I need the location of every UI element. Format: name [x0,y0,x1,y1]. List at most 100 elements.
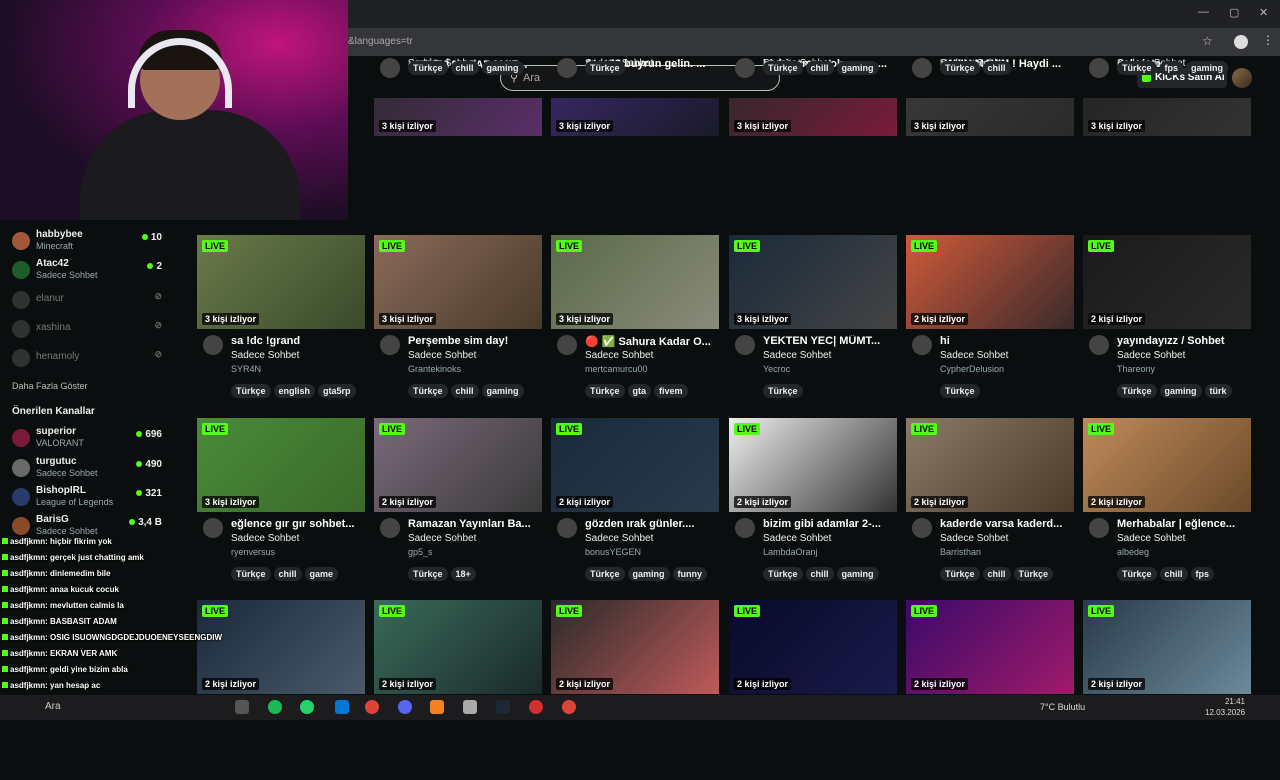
stream-thumbnail[interactable]: LIVE 3 kişi izliyor [551,235,719,329]
tag[interactable]: chill [1159,567,1188,581]
task-view-icon[interactable] [235,700,249,714]
stream-title[interactable]: Merhabalar | eğlence... [1117,518,1251,530]
channel-avatar[interactable] [1089,335,1109,355]
stream-card[interactable]: 3 kişi izliyorYAYIN MAYIN ! Haydi ...Sad… [906,58,1074,238]
stream-thumbnail[interactable]: LIVE 2 kişi izliyor [1083,600,1251,694]
sidebar-item-xashina[interactable]: xashina ⊘ [12,317,162,345]
stream-title[interactable]: bizim gibi adamlar 2-... [763,518,897,530]
channel-avatar[interactable] [912,335,932,355]
tag[interactable]: chill [273,567,302,581]
stream-category[interactable]: Sadece Sohbet [763,533,831,544]
streamer-name[interactable]: Thareony [1117,364,1155,374]
stream-title[interactable]: kaderde varsa kaderd... [940,518,1074,530]
sidebar-item-habbybee[interactable]: habbybee Minecraft 10 [12,229,162,257]
stream-thumbnail[interactable]: LIVE 3 kişi izliyor [197,235,365,329]
channel-avatar[interactable] [557,518,577,538]
tag[interactable]: gaming [481,384,524,398]
sidebar-item-atac42[interactable]: Atac42 Sadece Sohbet 2 [12,258,162,286]
show-more-button[interactable]: Daha Fazla Göster [12,381,88,391]
stream-thumbnail[interactable]: LIVE 2 kişi izliyor [729,600,897,694]
channel-avatar[interactable] [203,335,223,355]
streamer-name[interactable]: SYR4N [231,364,261,374]
stream-card[interactable]: LIVE 3 kişi izliyor sa !dc !grand Sadece So… [197,235,365,415]
channel-avatar[interactable] [557,58,577,78]
steam-icon[interactable] [496,700,510,714]
stream-category[interactable]: Sadece Sohbet [585,533,653,544]
streamer-name[interactable]: Grantekinoks [408,364,461,374]
sidebar-item-bishopirl[interactable]: BishopIRL League of Legends 321 [12,485,162,513]
tag[interactable]: Türkçe [1117,61,1157,75]
clock[interactable]: 21:41 12.03.2026 [1205,696,1245,718]
stream-category[interactable]: Sadece Sohbet [408,533,476,544]
stream-card[interactable]: LIVE 2 kişi izliyor bizim gibi adamlar 2-.… [729,418,897,598]
stream-category[interactable]: Sadece Sohbet [763,350,831,361]
channel-avatar[interactable] [557,335,577,355]
tag[interactable]: funny [672,567,708,581]
tag[interactable]: gaming [1159,384,1202,398]
tag[interactable]: fps [1159,61,1184,75]
stream-category[interactable]: Sadece Sohbet [940,533,1008,544]
stream-card[interactable]: LIVE 3 kişi izliyor Perşembe sim day! Sadec… [374,235,542,415]
stream-thumbnail[interactable]: LIVE 2 kişi izliyor [1083,235,1251,329]
channel-avatar[interactable] [1089,58,1109,78]
stream-card[interactable]: LIVE 2 kişi izliyor [551,600,719,780]
channel-avatar[interactable] [912,518,932,538]
tag[interactable]: türk [1204,384,1232,398]
sidebar-item-elanur[interactable]: elanur ⊘ [12,288,162,316]
stream-card[interactable]: LIVE 2 kişi izliyor Merhabalar | eğlence..… [1083,418,1251,598]
streamer-name[interactable]: gp5_s [408,547,433,557]
stream-thumbnail[interactable]: LIVE 3 kişi izliyor [729,235,897,329]
stream-title[interactable]: eğlence gır gır sohbet... [231,518,365,530]
stream-card[interactable]: 3 kişi izliyorhiçbir amacı olmayan ...Sa… [729,58,897,238]
sidebar-item-superior[interactable]: superior VALORANT 696 [12,426,162,454]
stream-title[interactable]: YEKTEN YEC| MÜMT... [763,335,897,347]
tag[interactable]: Türkçe [763,61,803,75]
obs-icon[interactable] [463,700,477,714]
tag[interactable]: gaming [1186,61,1229,75]
stream-thumbnail[interactable]: LIVE 2 kişi izliyor [374,418,542,512]
tag[interactable]: 18+ [450,567,476,581]
stream-thumbnail[interactable]: LIVE 3 kişi izliyor [374,235,542,329]
tag[interactable]: Türkçe [1013,567,1054,581]
stream-card[interactable]: LIVE 2 kişi izliyor Ramazan Yayınları Ba..… [374,418,542,598]
tag[interactable]: Türkçe [585,567,625,581]
url-text[interactable]: &languages=tr [348,33,1188,51]
stream-thumbnail[interactable]: LIVE 2 kişi izliyor [906,600,1074,694]
sidebar-item-henamoly[interactable]: henamoly ⊘ [12,346,162,374]
tag[interactable]: Türkçe [585,61,625,75]
streamer-name[interactable]: albedeg [1117,547,1149,557]
stream-thumbnail[interactable]: LIVE 2 kişi izliyor [551,600,719,694]
stream-category[interactable]: Sadece Sohbet [940,350,1008,361]
channel-avatar[interactable] [380,58,400,78]
tag[interactable]: gta [627,384,652,398]
stream-thumbnail[interactable]: LIVE 2 kişi izliyor [906,418,1074,512]
stream-card[interactable]: LIVE 2 kişi izliyor [1083,600,1251,780]
stream-title[interactable]: hi [940,335,1074,347]
channel-avatar[interactable] [735,58,755,78]
tag[interactable]: Türkçe [763,384,803,398]
channel-avatar[interactable] [735,335,755,355]
streamer-name[interactable]: bonusYEGEN [585,547,641,557]
tag[interactable]: Türkçe [940,61,980,75]
stream-category[interactable]: Sadece Sohbet [231,350,299,361]
stream-card[interactable]: LIVE 2 kişi izliyor [729,600,897,780]
tag[interactable]: Türkçe [1117,567,1157,581]
tag[interactable]: Türkçe [408,567,448,581]
stream-card[interactable]: LIVE 3 kişi izliyor 🔴 ✅ Sahura Kadar O... S… [551,235,719,415]
tag[interactable]: chill [982,567,1011,581]
menu-icon[interactable]: ⋮ [1262,33,1274,47]
tag[interactable]: Türkçe [408,384,448,398]
stream-title[interactable]: 🔴 ✅ Sahura Kadar O... [585,335,719,348]
stream-category[interactable]: Sadece Sohbet [1117,350,1185,361]
stream-category[interactable]: Sadece Sohbet [231,533,299,544]
stream-title[interactable]: Perşembe sim day! [408,335,542,347]
taskbar-search[interactable]: Ara [45,701,61,712]
whatsapp-icon[interactable] [300,700,314,714]
tag[interactable]: chill [982,61,1011,75]
channel-avatar[interactable] [1089,518,1109,538]
stream-category[interactable]: Sadece Sohbet [408,350,476,361]
channel-avatar[interactable] [380,518,400,538]
tag[interactable]: Türkçe [763,567,803,581]
bookmark-star-icon[interactable]: ☆ [1202,34,1213,48]
streamer-name[interactable]: Yecroc [763,364,790,374]
